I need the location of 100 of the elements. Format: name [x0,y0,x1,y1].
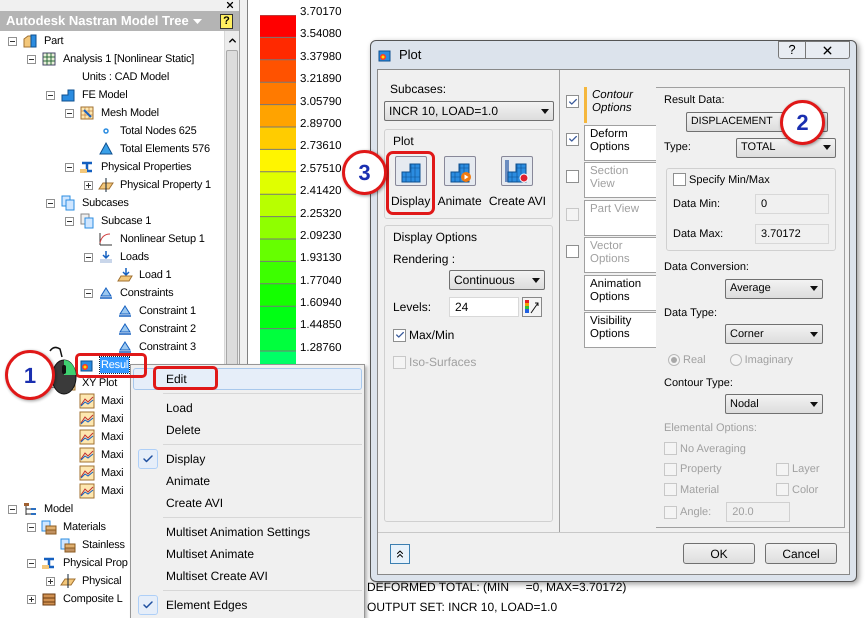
minus-box-icon[interactable] [8,36,17,46]
tree-item[interactable]: Subcase 1 [100,212,152,230]
tree-item[interactable]: Maxi [100,464,124,482]
checkbox[interactable] [664,483,677,496]
tree-item[interactable]: Physical [81,572,122,590]
tree-item[interactable]: Physical Properties [100,158,192,176]
input-field[interactable]: 24 [449,297,519,317]
dropdown[interactable]: Average [725,278,823,298]
field-label: Data Max: [673,226,724,242]
legend-value: 3.70170 [300,5,342,20]
help-button[interactable]: ? [220,14,233,28]
minus-box-icon[interactable] [27,558,36,568]
tree-item[interactable]: Composite L [62,590,124,608]
close-button[interactable] [806,41,850,59]
tab[interactable]: Deform Options [584,124,656,160]
checkbox[interactable] [393,328,406,342]
tree-item[interactable]: Maxi [100,482,124,500]
tab[interactable]: Visibility Options [584,312,656,348]
tree-item[interactable]: Constraint 2 [138,320,197,338]
plus-box-icon[interactable] [84,180,93,190]
checkbox[interactable] [776,483,789,496]
dropdown[interactable]: TOTAL [736,138,836,158]
tree-item[interactable]: Constraint 3 [138,338,197,356]
tree-item[interactable]: Part [43,32,64,50]
minus-box-icon[interactable] [27,522,36,532]
plot-button[interactable]: Create AVI [486,154,548,212]
block-icon [22,33,38,49]
curve-icon [98,231,114,247]
caret-icon [532,278,540,282]
input-field: 20.0 [726,502,790,522]
tree-item[interactable]: Total Nodes 625 [119,122,198,140]
tree-item[interactable]: Nonlinear Setup 1 [119,230,206,248]
plus-box-icon[interactable] [46,576,55,586]
minus-box-icon[interactable] [46,90,55,100]
legend-value: 1.60940 [300,296,342,312]
tree-item[interactable]: Physical Prop [62,554,129,572]
tree-item[interactable]: XY Plot [81,374,118,392]
legend-value: 2.25320 [300,206,342,222]
menu-item[interactable]: Multiset Animate [133,543,362,565]
tree-item[interactable]: Maxi [100,446,124,464]
checkbox[interactable] [566,95,579,108]
tree-item[interactable]: Materials [62,518,107,536]
dropdown[interactable]: Continuous [449,270,545,290]
menu-item[interactable]: Multiset Animation Settings [133,521,362,543]
checkbox[interactable] [664,506,677,518]
checkbox[interactable] [664,462,677,476]
tree-item[interactable]: Maxi [100,428,124,446]
minus-box-icon[interactable] [65,216,74,226]
minus-box-icon[interactable] [27,54,36,64]
dropdown[interactable]: INCR 10, LOAD=1.0 [384,101,554,121]
minus-box-icon[interactable] [84,252,93,262]
legend-value: 2.89700 [300,116,342,132]
color-scale-icon[interactable] [522,297,542,317]
plot-button[interactable]: Animate [436,154,484,212]
tree-item[interactable]: Analysis 1 [Nonlinear Static] [62,50,196,68]
menu-item[interactable]: Animate [133,470,362,492]
tree-item[interactable]: Maxi [100,410,124,428]
menu-item[interactable]: Load [133,397,362,419]
checkbox[interactable] [664,442,677,456]
menu-item[interactable]: Display [133,448,362,470]
minus-box-icon[interactable] [84,288,93,298]
dialog-button[interactable]: Cancel [765,543,837,564]
checkbox[interactable] [566,132,579,146]
minus-box-icon[interactable] [65,162,74,172]
menu-item[interactable]: Create AVI [133,492,362,514]
plate-icon [98,177,114,193]
plot-button[interactable]: Display [389,154,432,212]
tree-item[interactable]: Units : CAD Model [81,68,170,86]
tree-item[interactable]: FE Model [81,86,128,104]
dropdown[interactable]: Nodal [725,394,823,414]
collapse-button[interactable] [390,544,410,564]
tree-item[interactable]: Physical Property 1 [119,176,212,194]
minus-box-icon[interactable] [46,198,55,208]
menu-item[interactable]: Element Edges [133,594,362,616]
tree-item[interactable]: Maxi [100,392,124,410]
tree-item[interactable]: Mesh Model [100,104,160,122]
tree-item[interactable]: Total Elements 576 [119,140,211,158]
tree-item[interactable]: Model [43,500,74,518]
tree-item[interactable]: Load 1 [138,266,172,284]
tree-item[interactable]: Subcases [81,194,130,212]
support-icon [117,321,133,337]
dialog-button[interactable]: OK [683,543,755,564]
help-button[interactable]: ? [778,41,806,59]
minus-box-icon[interactable] [65,108,74,118]
tree-item[interactable]: Stainless [81,536,126,554]
close-icon[interactable] [225,0,235,10]
tree-item[interactable]: Loads [119,248,150,266]
chart-icon [79,411,95,427]
plus-box-icon[interactable] [27,594,36,604]
tree-item[interactable]: Constraint 1 [138,302,197,320]
checkbox[interactable] [673,173,686,186]
menu-item[interactable]: Multiset Create AVI [133,565,362,587]
tab[interactable]: Animation Options [584,274,656,310]
checkbox[interactable] [776,462,789,476]
tree-item[interactable]: Constraints [119,284,174,302]
minus-box-icon[interactable] [8,504,17,514]
dropdown[interactable]: Corner [725,324,823,344]
cube-icon [60,87,76,103]
menu-item[interactable]: Delete [133,419,362,441]
menu-item[interactable]: Edit [133,368,362,390]
